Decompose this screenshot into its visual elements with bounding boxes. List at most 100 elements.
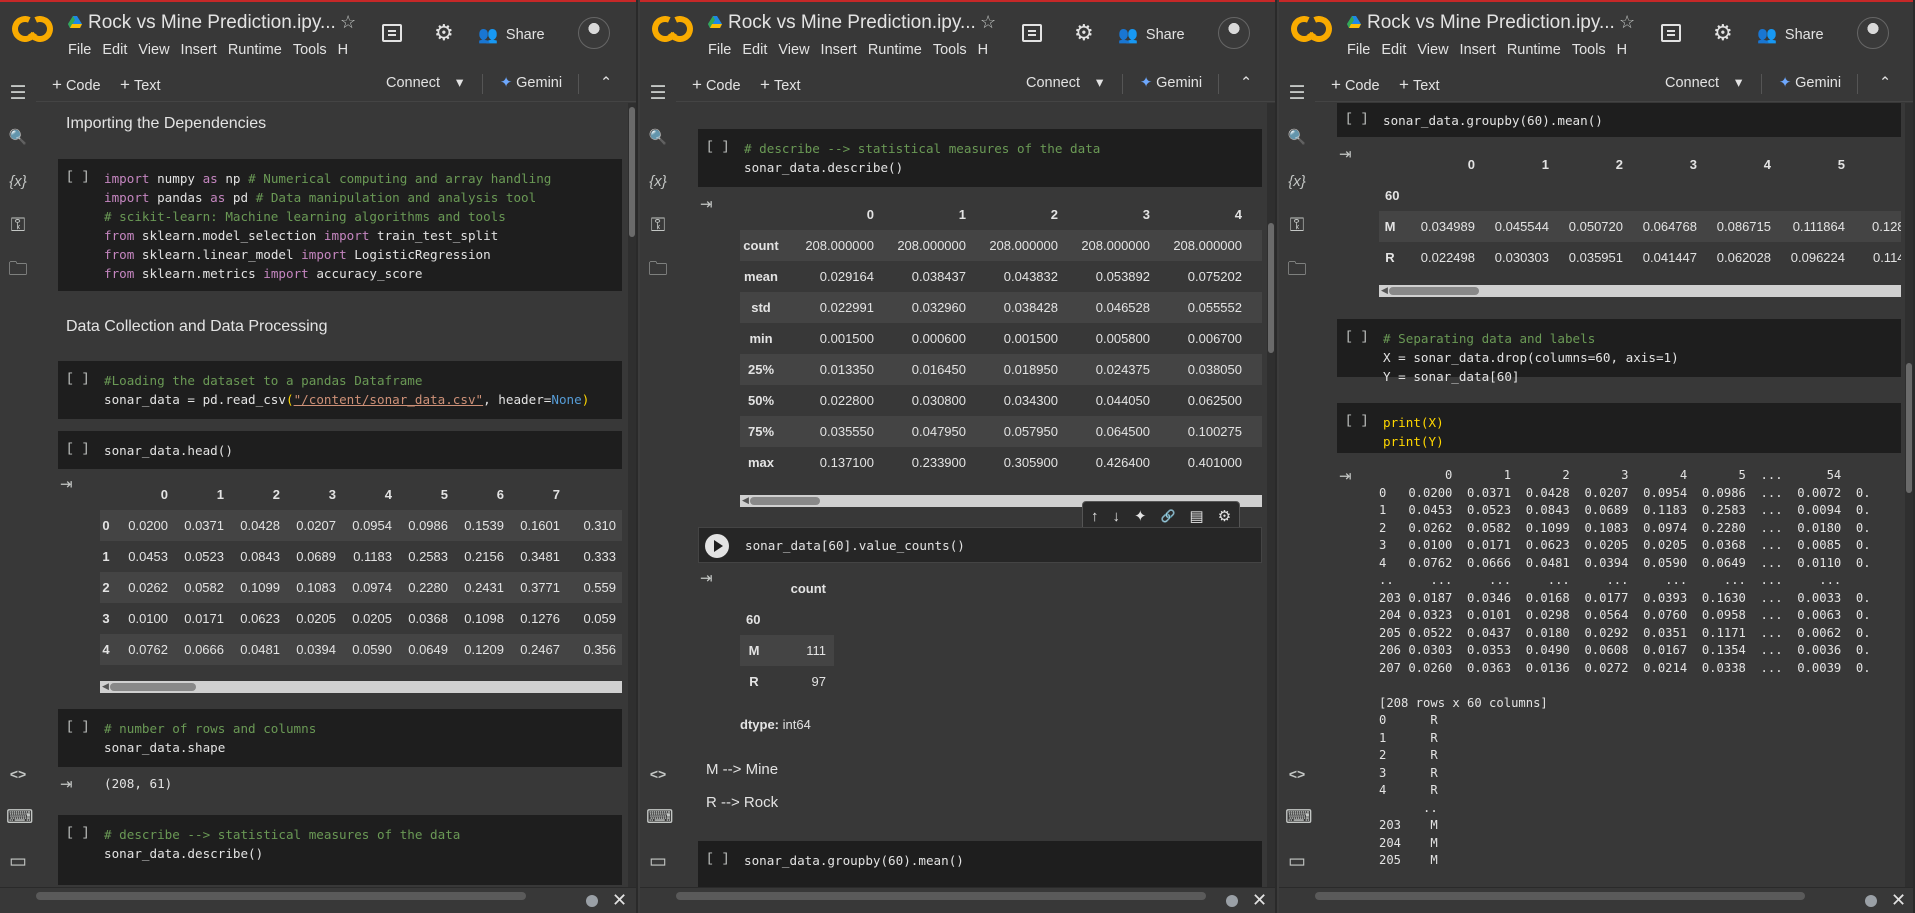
vertical-scrollbar[interactable] — [628, 103, 636, 887]
chevron-down-icon[interactable]: ▾ — [1096, 75, 1103, 91]
cell-code[interactable]: import numpy as np # Numerical computing… — [104, 169, 551, 283]
cell-run-bracket[interactable]: [ ] — [66, 169, 89, 184]
command-palette-icon[interactable]: ⌨ — [1285, 806, 1312, 830]
comment-icon[interactable] — [382, 24, 402, 42]
link-icon[interactable]: 🔗 — [1161, 509, 1176, 523]
gear-icon[interactable]: ⚙ — [434, 22, 454, 44]
menu-tools[interactable]: Tools — [1572, 42, 1606, 58]
chevron-down-icon[interactable]: ▾ — [1735, 75, 1742, 91]
cell-run-bracket[interactable]: [ ] — [1345, 329, 1368, 344]
collapse-up-icon[interactable]: ⌃ — [1879, 75, 1891, 91]
cell-run-bracket[interactable]: [ ] — [706, 139, 729, 154]
add-text-button[interactable]: + Text — [760, 75, 801, 95]
menu-runtime[interactable]: Runtime — [868, 42, 922, 58]
cell-code[interactable]: sonar_data[60].value_counts() — [745, 536, 965, 555]
share-button[interactable]: 👥 Share — [1118, 20, 1185, 50]
horizontal-scrollbar[interactable] — [676, 892, 1206, 900]
cell-settings-icon[interactable]: ⚙ — [1218, 507, 1231, 525]
cell-code[interactable]: # number of rows and columns sonar_data.… — [104, 719, 316, 757]
horizontal-scrollbar[interactable]: ◀ — [1379, 285, 1901, 297]
colab-logo-icon[interactable] — [648, 12, 697, 46]
command-palette-icon[interactable]: ⌨ — [6, 806, 33, 830]
output-toggle-icon[interactable] — [60, 775, 73, 793]
code-cell-describe[interactable]: [ ] # describe --> statistical measures … — [58, 815, 622, 885]
menu-help[interactable]: H — [338, 42, 348, 58]
code-cell-head[interactable]: [ ] sonar_data.head() — [58, 431, 622, 469]
star-icon[interactable]: ☆ — [340, 12, 356, 33]
code-snippets-icon[interactable]: <> — [646, 762, 670, 786]
close-icon[interactable]: ✕ — [1252, 890, 1267, 911]
terminal-icon[interactable]: ▭ — [1285, 850, 1309, 874]
output-toggle-icon[interactable] — [1339, 145, 1352, 163]
avatar[interactable] — [1857, 17, 1889, 49]
notebook-title[interactable]: Rock vs Mine Prediction.ipy... — [1367, 12, 1615, 34]
toc-icon[interactable]: ☰ — [6, 82, 30, 106]
variables-icon[interactable]: {x} — [646, 170, 670, 194]
add-text-button[interactable]: + Text — [120, 75, 161, 95]
vertical-scrollbar[interactable] — [1267, 103, 1275, 887]
code-snippets-icon[interactable]: <> — [1285, 762, 1309, 786]
key-icon[interactable]: ⚿ — [646, 214, 670, 238]
code-cell-groupby[interactable]: [ ] sonar_data.groupby(60).mean() — [1337, 103, 1901, 137]
collapse-up-icon[interactable]: ⌃ — [1240, 75, 1252, 91]
horizontal-scrollbar[interactable]: ◀ — [100, 681, 622, 693]
menu-view[interactable]: View — [138, 42, 169, 58]
notebook-title[interactable]: Rock vs Mine Prediction.ipy... — [88, 12, 336, 34]
folder-icon[interactable]: 🗀 — [6, 258, 30, 282]
cell-run-bracket[interactable]: [ ] — [66, 719, 89, 734]
cell-code[interactable]: # describe --> statistical measures of t… — [104, 825, 460, 863]
move-down-icon[interactable]: ↓ — [1113, 508, 1121, 525]
cell-run-bracket[interactable]: [ ] — [66, 441, 89, 456]
colab-logo-icon[interactable] — [1287, 12, 1336, 46]
collapse-up-icon[interactable]: ⌃ — [600, 75, 612, 91]
output-toggle-icon[interactable] — [60, 475, 73, 493]
add-code-button[interactable]: + Code — [1331, 75, 1380, 95]
run-cell-button[interactable] — [705, 534, 729, 558]
key-icon[interactable]: ⚿ — [6, 214, 30, 238]
code-cell-print[interactable]: [ ] print(X) print(Y) — [1337, 403, 1901, 453]
output-toggle-icon[interactable] — [1339, 467, 1352, 485]
cell-run-bracket[interactable]: [ ] — [706, 851, 729, 866]
gear-icon[interactable]: ⚙ — [1074, 22, 1094, 44]
comment-icon[interactable] — [1022, 24, 1042, 42]
vertical-scrollbar[interactable] — [1905, 103, 1913, 887]
menu-edit[interactable]: Edit — [1381, 42, 1406, 58]
variables-icon[interactable]: {x} — [1285, 170, 1309, 194]
terminal-icon[interactable]: ▭ — [646, 850, 670, 874]
connect-button[interactable]: Connect — [386, 75, 440, 91]
folder-icon[interactable]: 🗀 — [1285, 258, 1309, 282]
code-cell-value-counts[interactable]: sonar_data[60].value_counts() — [698, 527, 1262, 563]
menu-insert[interactable]: Insert — [181, 42, 217, 58]
menu-edit[interactable]: Edit — [102, 42, 127, 58]
avatar[interactable] — [578, 17, 610, 49]
code-cell-shape[interactable]: [ ] # number of rows and columns sonar_d… — [58, 709, 622, 767]
add-code-button[interactable]: + Code — [692, 75, 741, 95]
code-cell-imports[interactable]: [ ] import numpy as np # Numerical compu… — [58, 159, 622, 291]
comment-icon[interactable] — [1661, 24, 1681, 42]
star-icon[interactable]: ☆ — [980, 12, 996, 33]
menu-runtime[interactable]: Runtime — [1507, 42, 1561, 58]
gear-icon[interactable]: ⚙ — [1713, 22, 1733, 44]
menu-file[interactable]: File — [708, 42, 731, 58]
cell-run-bracket[interactable]: [ ] — [66, 371, 89, 386]
gemini-button[interactable]: ✦ Gemini — [500, 75, 562, 91]
close-icon[interactable]: ✕ — [612, 890, 627, 911]
menu-tools[interactable]: Tools — [933, 42, 967, 58]
menu-insert[interactable]: Insert — [821, 42, 857, 58]
chevron-down-icon[interactable]: ▾ — [456, 75, 463, 91]
menu-runtime[interactable]: Runtime — [228, 42, 282, 58]
cell-code[interactable]: sonar_data.head() — [104, 441, 233, 460]
menu-help[interactable]: H — [1617, 42, 1627, 58]
variables-icon[interactable]: {x} — [6, 170, 30, 194]
move-up-icon[interactable]: ↑ — [1091, 508, 1099, 525]
star-icon[interactable]: ☆ — [1619, 12, 1635, 33]
output-toggle-icon[interactable] — [700, 195, 713, 213]
cell-run-bracket[interactable]: [ ] — [66, 825, 89, 840]
menu-tools[interactable]: Tools — [293, 42, 327, 58]
folder-icon[interactable]: 🗀 — [646, 258, 670, 282]
add-text-button[interactable]: + Text — [1399, 75, 1440, 95]
cell-run-bracket[interactable]: [ ] — [1345, 111, 1368, 126]
cell-code[interactable]: sonar_data.groupby(60).mean() — [1383, 111, 1603, 130]
code-cell-groupby[interactable]: [ ] sonar_data.groupby(60).mean() — [698, 841, 1262, 887]
add-code-button[interactable]: + Code — [52, 75, 101, 95]
